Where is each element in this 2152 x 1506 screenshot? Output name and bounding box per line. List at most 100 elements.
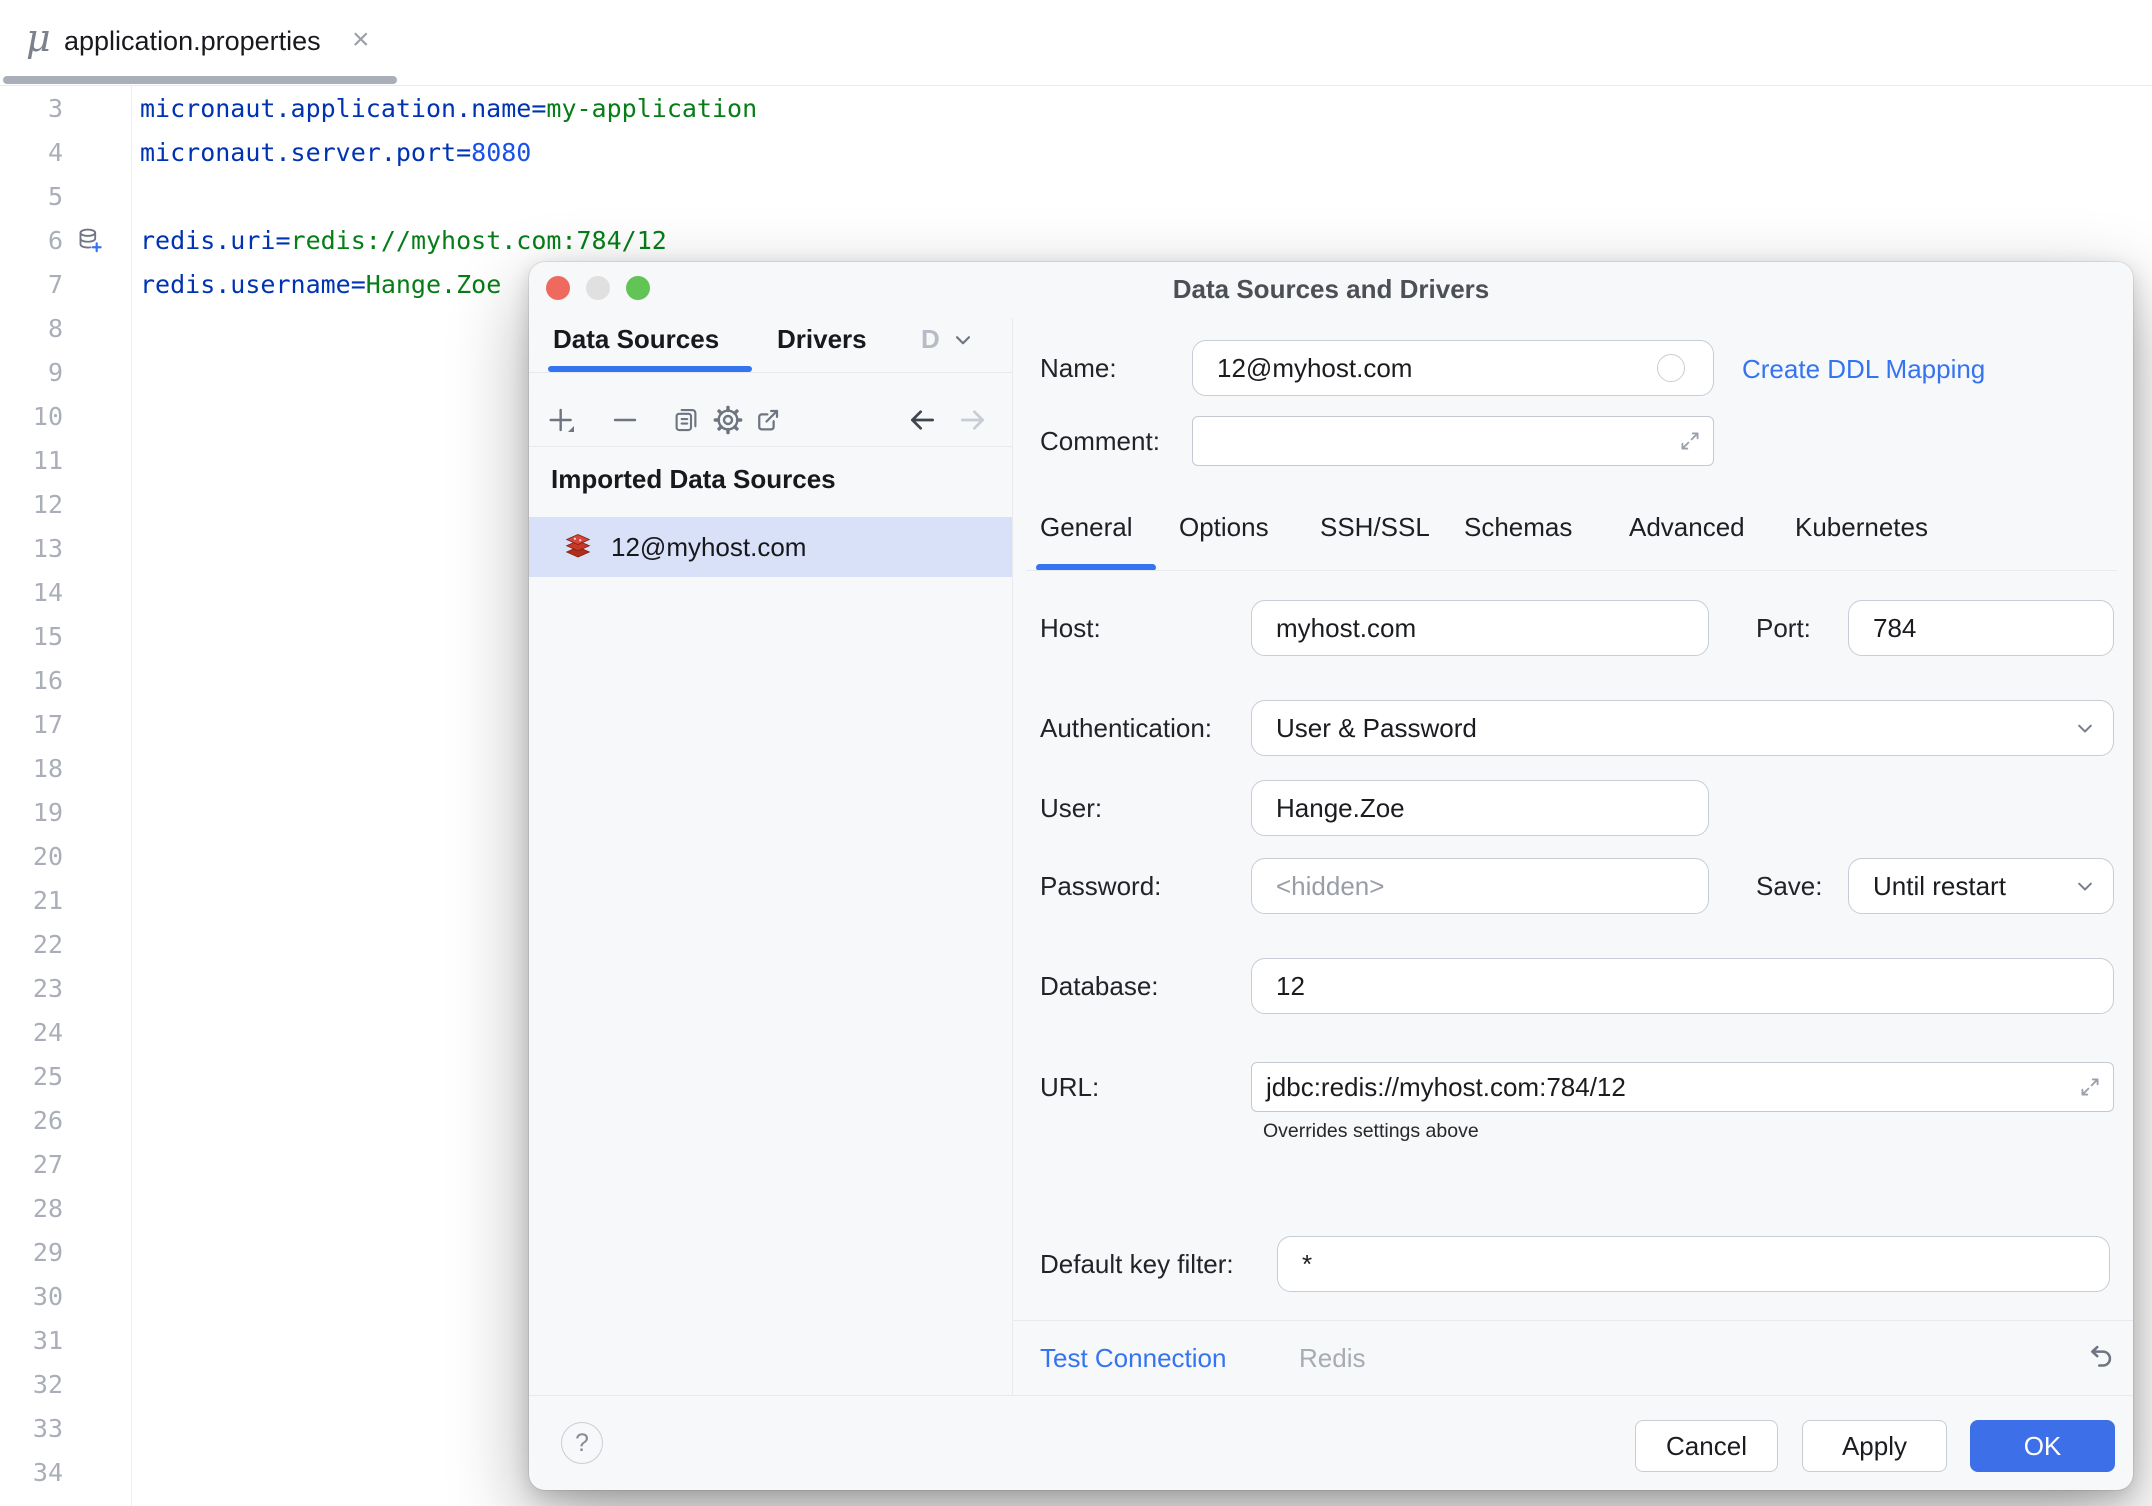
remove-icon[interactable] [607,402,643,438]
default-key-filter-label: Default key filter: [1040,1250,1234,1278]
line-number: 17 [0,710,63,739]
password-label: Password: [1040,872,1161,900]
expand-icon[interactable] [2077,1074,2103,1100]
tab-data-sources[interactable]: Data Sources [553,324,719,355]
apply-button[interactable]: Apply [1802,1420,1947,1472]
ok-button[interactable]: OK [1970,1420,2115,1472]
active-tab-underline [3,76,397,84]
editor-line: 35 [0,1494,2152,1506]
list-section-header: Imported Data Sources [551,464,836,495]
line-number: 33 [0,1414,63,1443]
url-label: URL: [1040,1073,1099,1101]
code-text[interactable]: redis.uri=redis://myhost.com:784/12 [140,226,667,255]
add-icon[interactable] [544,402,580,438]
line-number: 24 [0,1018,63,1047]
password-placeholder: <hidden> [1276,871,1384,902]
url-note: Overrides settings above [1263,1120,1479,1143]
line-number: 29 [0,1238,63,1267]
ide-window: μ application.properties × 3 micronaut.ap… [0,0,2152,1506]
editor-tab-bar: μ application.properties × [0,0,2152,86]
code-text[interactable]: micronaut.server.port=8080 [140,138,531,167]
user-label: User: [1040,794,1102,822]
line-number: 13 [0,534,63,563]
editor-line: 4micronaut.server.port=8080 [0,130,2152,174]
line-number: 25 [0,1062,63,1091]
host-input[interactable]: myhost.com [1251,600,1709,656]
name-input[interactable]: 12@myhost.com [1192,340,1714,396]
host-label: Host: [1040,614,1101,642]
host-value: myhost.com [1276,613,1416,644]
cancel-button[interactable]: Cancel [1635,1420,1778,1472]
url-input[interactable]: jdbc:redis://myhost.com:784/12 [1251,1062,2114,1112]
line-number: 11 [0,446,63,475]
default-key-filter-value: * [1302,1249,1312,1280]
save-select[interactable]: Until restart [1848,858,2114,914]
line-number: 5 [0,182,63,211]
right-tabs-divider [1026,570,2117,571]
line-number: 31 [0,1326,63,1355]
port-label: Port: [1756,614,1811,642]
line-number: 34 [0,1458,63,1487]
tab-ssh-ssl[interactable]: SSH/SSL [1320,512,1430,543]
comment-input[interactable] [1192,416,1714,466]
editor-line: 3 micronaut.application.name=my-applicati… [0,86,2152,130]
authentication-select[interactable]: User & Password [1251,700,2114,756]
line-number: 35 [0,1502,63,1506]
tab-drivers[interactable]: Drivers [777,324,867,355]
expand-icon[interactable] [1677,428,1703,454]
gear-icon[interactable] [710,402,746,438]
forward-arrow-icon[interactable] [955,402,991,438]
user-input[interactable]: Hange.Zoe [1251,780,1709,836]
database-label: Database: [1040,972,1159,1000]
line-number: 8 [0,314,63,343]
database-add-icon[interactable] [63,226,140,254]
line-number: 3 [0,94,63,123]
default-key-filter-input[interactable]: * [1277,1236,2110,1292]
line-number: 32 [0,1370,63,1399]
authentication-value: User & Password [1276,713,1477,744]
create-ddl-mapping-link[interactable]: Create DDL Mapping [1742,354,1985,385]
line-number: 22 [0,930,63,959]
save-value: Until restart [1873,871,2006,902]
test-connection-link[interactable]: Test Connection [1040,1343,1226,1374]
line-number: 30 [0,1282,63,1311]
line-number: 18 [0,754,63,783]
authentication-label: Authentication: [1040,714,1212,742]
driver-name: Redis [1299,1343,1365,1374]
data-source-list-item[interactable]: 12@myhost.com [529,517,1012,577]
name-label: Name: [1040,354,1117,382]
tab-kubernetes[interactable]: Kubernetes [1795,512,1928,543]
code-text[interactable]: micronaut.application.name=my-applicatio… [140,94,757,123]
line-number: 19 [0,798,63,827]
back-arrow-icon[interactable] [904,402,940,438]
dialog-title: Data Sources and Drivers [529,274,2133,305]
line-number: 26 [0,1106,63,1135]
undo-icon[interactable] [2081,1340,2117,1376]
tab-options[interactable]: Options [1179,512,1269,543]
editor-line: 6 redis.uri=redis://myhost.com:784/12 [0,218,2152,262]
chevron-down-icon[interactable] [945,322,981,358]
export-icon[interactable] [750,402,786,438]
duplicate-icon[interactable] [668,402,704,438]
redis-icon [563,532,593,562]
code-text[interactable]: redis.username=Hange.Zoe [140,270,501,299]
chevron-down-icon [2071,714,2099,742]
tab-truncated[interactable]: D [921,324,940,355]
help-icon[interactable]: ? [561,1422,603,1464]
database-input[interactable]: 12 [1251,958,2114,1014]
editor-line: 5 [0,174,2152,218]
tab-schemas[interactable]: Schemas [1464,512,1572,543]
tab-advanced[interactable]: Advanced [1629,512,1745,543]
panel-separator[interactable] [1012,318,1013,1395]
port-input[interactable]: 784 [1848,600,2114,656]
save-label: Save: [1756,872,1823,900]
line-number: 16 [0,666,63,695]
password-input[interactable]: <hidden> [1251,858,1709,914]
close-icon[interactable]: × [352,24,370,56]
name-value: 12@myhost.com [1217,353,1412,384]
editor-tab[interactable]: application.properties [64,26,321,57]
toolbar-divider [529,446,1012,447]
tab-general[interactable]: General [1040,512,1133,543]
line-number: 12 [0,490,63,519]
line-number: 7 [0,270,63,299]
